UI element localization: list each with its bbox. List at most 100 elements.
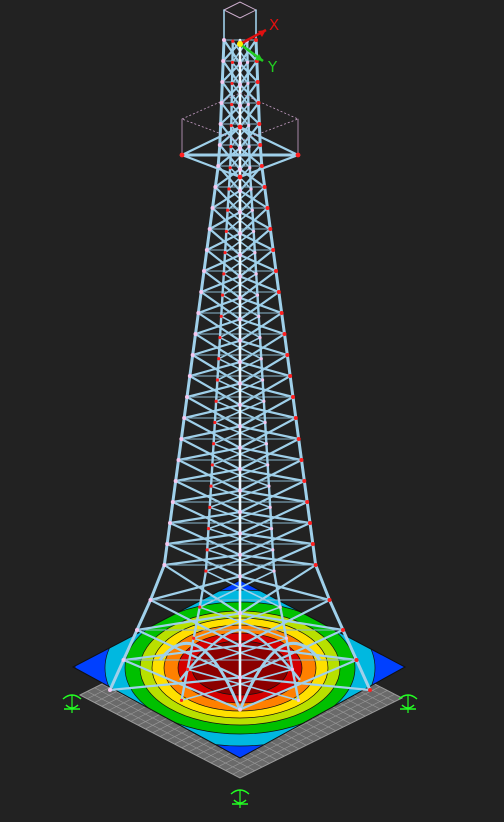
truss-node: [202, 269, 207, 273]
truss-node: [217, 143, 222, 147]
model-viewport[interactable]: X Y: [0, 0, 504, 822]
truss-member: [257, 315, 262, 339]
truss-node: [237, 124, 243, 130]
truss-node: [210, 463, 214, 467]
truss-member: [225, 208, 229, 233]
truss-member: [256, 293, 260, 318]
truss-node: [269, 527, 274, 531]
truss-node: [238, 188, 242, 193]
truss-node: [187, 374, 192, 378]
truss-member: [200, 275, 242, 294]
truss-node: [266, 463, 270, 467]
truss-member: [256, 80, 261, 105]
truss-node: [238, 61, 242, 66]
truss-node: [238, 146, 242, 151]
truss-member: [199, 269, 206, 294]
truss-node: [179, 437, 184, 441]
truss-node: [260, 378, 265, 382]
truss-node: [238, 210, 242, 215]
truss-node: [238, 103, 242, 108]
truss-node: [290, 395, 295, 399]
truss-member: [213, 400, 218, 424]
truss-node: [176, 458, 181, 462]
truss-member: [218, 122, 223, 147]
truss-member: [265, 442, 269, 467]
truss-node: [257, 122, 262, 126]
truss-node: [230, 60, 235, 64]
truss-node: [199, 290, 204, 294]
truss-node: [228, 166, 232, 170]
truss-member: [238, 211, 272, 231]
truss-node: [258, 143, 263, 147]
truss-node: [230, 102, 234, 107]
fixed-support-icon: [398, 694, 418, 713]
truss-node: [305, 500, 310, 504]
truss-member: [208, 206, 215, 231]
fixed-support-icon: [62, 694, 82, 713]
truss-node: [238, 707, 242, 712]
truss-member: [270, 527, 274, 552]
truss-member: [238, 360, 292, 378]
truss-node: [296, 698, 301, 703]
truss-member: [182, 395, 189, 420]
truss-member: [162, 542, 169, 567]
truss-member: [191, 339, 242, 357]
truss-node: [254, 38, 258, 42]
truss-node: [238, 252, 242, 257]
truss-node: [257, 314, 261, 318]
truss-node: [313, 563, 318, 567]
truss-member: [282, 332, 289, 357]
truss-node: [262, 399, 266, 403]
truss-node: [220, 80, 225, 84]
truss-member: [263, 421, 268, 445]
truss-member: [266, 463, 271, 488]
truss-node: [221, 59, 226, 63]
truss-node: [218, 122, 223, 126]
truss-node: [271, 248, 276, 252]
truss-member: [291, 395, 298, 420]
truss-member: [251, 208, 255, 233]
truss-node: [212, 442, 216, 446]
truss-node: [255, 80, 260, 84]
truss-member: [171, 479, 178, 504]
truss-node: [238, 675, 242, 680]
truss-member: [257, 101, 261, 126]
truss-member: [238, 253, 278, 273]
tower-truss-model[interactable]: [108, 1, 372, 712]
truss-node: [238, 274, 242, 279]
truss-node: [272, 569, 276, 573]
truss-node: [296, 437, 301, 441]
truss-node: [210, 206, 215, 210]
truss-member: [221, 272, 226, 297]
truss-node: [167, 521, 172, 525]
truss-node: [237, 174, 243, 180]
truss-member: [302, 479, 309, 504]
truss-member: [208, 484, 213, 509]
truss-node: [213, 420, 217, 425]
truss-node: [268, 505, 272, 509]
truss-node: [282, 332, 287, 336]
truss-member: [217, 146, 242, 168]
truss-node: [238, 424, 242, 429]
truss-member: [253, 251, 258, 276]
truss-node: [238, 552, 242, 557]
truss-member: [220, 59, 225, 84]
truss-member: [268, 227, 275, 252]
truss-node: [248, 166, 252, 170]
truss-member: [258, 336, 263, 360]
truss-node: [247, 145, 251, 149]
truss-node: [198, 605, 202, 609]
truss-member: [311, 542, 318, 567]
truss-member: [238, 189, 269, 210]
truss-node: [238, 167, 242, 172]
truss-node: [249, 187, 253, 191]
truss-node: [205, 548, 209, 552]
truss-node: [238, 467, 242, 472]
truss-member: [135, 598, 152, 632]
truss-member: [217, 336, 222, 360]
truss-member: [238, 146, 263, 168]
truss-node: [196, 311, 201, 315]
truss-node: [254, 272, 258, 276]
truss-member: [247, 145, 252, 169]
truss-node: [253, 251, 257, 255]
